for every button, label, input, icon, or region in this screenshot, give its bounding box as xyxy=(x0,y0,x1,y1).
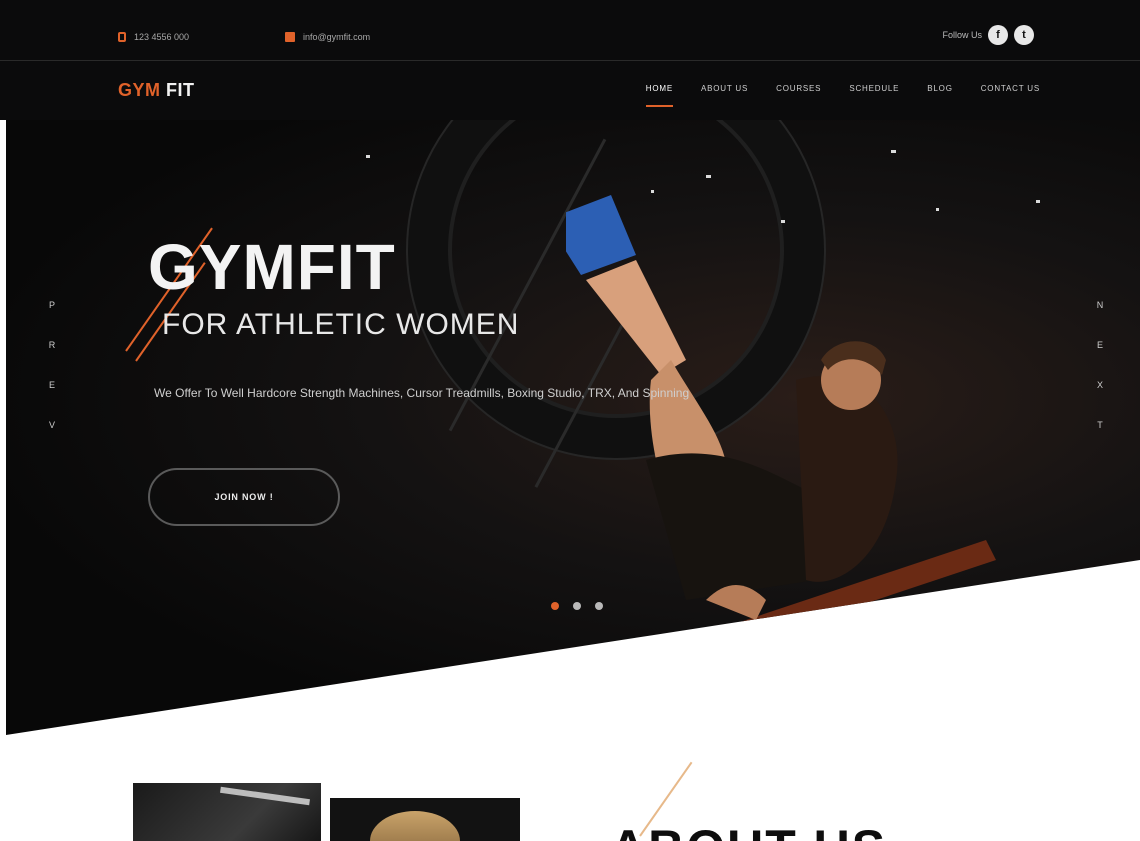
mail-icon xyxy=(285,32,295,42)
sparkle xyxy=(366,155,370,158)
next-letter: N xyxy=(1096,300,1104,310)
nav-item-blog[interactable]: BLOG xyxy=(927,84,952,107)
hero-subtitle: FOR ATHLETIC WOMEN xyxy=(162,308,520,341)
logo-gym: GYM xyxy=(118,80,161,100)
athlete-image xyxy=(566,195,996,650)
hero-title: GYMFIT xyxy=(148,231,396,303)
prev-slide-button[interactable]: P R E V xyxy=(46,300,58,430)
about-section: ABOUT US xyxy=(0,735,1140,841)
nav-item-schedule[interactable]: SCHEDULE xyxy=(849,84,899,107)
email-text: info@gymfit.com xyxy=(303,32,371,42)
nav-item-home[interactable]: HOME xyxy=(645,84,674,107)
prev-letter: P xyxy=(48,300,55,310)
phone-text: 123 4556 000 xyxy=(134,32,190,42)
prev-letter: E xyxy=(48,380,55,390)
phone-icon xyxy=(118,32,126,42)
main-navigation: GYM FIT HOME ABOUT US COURSES SCHEDULE B… xyxy=(0,62,1140,120)
next-letter: T xyxy=(1097,420,1103,430)
prev-letter: R xyxy=(48,340,56,350)
next-letter: X xyxy=(1096,380,1103,390)
logo-fit: FIT xyxy=(166,80,195,100)
divider xyxy=(0,60,1140,61)
sparkle xyxy=(891,150,896,153)
slider-dot[interactable] xyxy=(551,602,559,610)
facebook-icon[interactable]: f xyxy=(988,25,1008,45)
nav-item-courses[interactable]: COURSES xyxy=(776,84,821,107)
prev-letter: V xyxy=(48,420,55,430)
next-letter: E xyxy=(1096,340,1103,350)
nav-menu: HOME ABOUT US COURSES SCHEDULE BLOG CONT… xyxy=(645,84,1040,107)
about-heading: ABOUT US xyxy=(610,819,887,841)
top-info-bar: 123 4556 000 info@gymfit.com Follow Us f… xyxy=(0,0,1140,62)
sparkle xyxy=(1036,200,1040,203)
follow-label: Follow Us xyxy=(942,30,982,40)
twitter-icon[interactable]: t xyxy=(1014,25,1034,45)
hero-description: We Offer To Well Hardcore Strength Machi… xyxy=(154,386,690,400)
phone-contact[interactable]: 123 4556 000 xyxy=(118,26,189,48)
nav-item-about-us[interactable]: ABOUT US xyxy=(701,84,748,107)
join-now-button[interactable]: JOIN NOW ! xyxy=(148,468,340,526)
site-logo[interactable]: GYM FIT xyxy=(118,80,195,101)
slider-dots xyxy=(551,602,603,610)
next-slide-button[interactable]: N E X T xyxy=(1094,300,1106,430)
nav-item-contact-us[interactable]: CONTACT US xyxy=(981,84,1040,107)
follow-us: Follow Us f t xyxy=(942,25,1034,45)
email-contact[interactable]: info@gymfit.com xyxy=(285,26,370,48)
slider-dot[interactable] xyxy=(573,602,581,610)
hero-slider: GYMFIT FOR ATHLETIC WOMEN We Offer To We… xyxy=(6,120,1140,735)
slider-dot[interactable] xyxy=(595,602,603,610)
